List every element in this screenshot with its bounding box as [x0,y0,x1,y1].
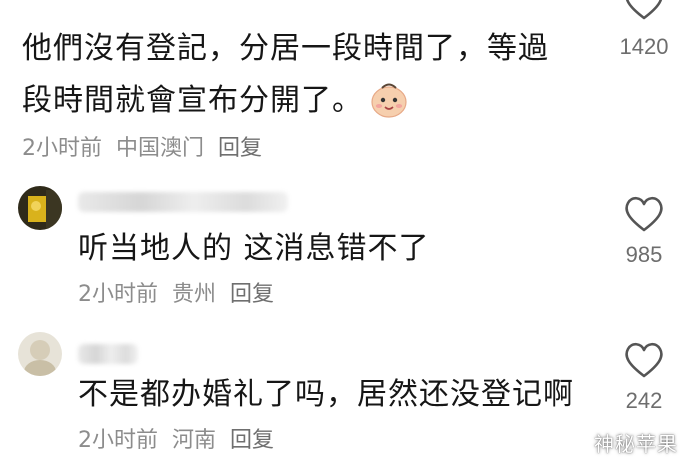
like-button[interactable]: 985 [614,194,674,268]
reply-button[interactable]: 回复 [230,422,274,454]
comment-item-3: 不是都办婚礼了吗，居然还没登记啊 2小时前 河南 回复 242 [0,324,690,464]
comment-time: 2小时前 [78,428,158,453]
username-blurred[interactable] [78,192,288,212]
comment-location: 中国澳门 [116,136,205,161]
heart-icon [625,342,663,378]
heart-icon [625,0,663,20]
reply-button[interactable]: 回复 [218,130,262,162]
like-count: 985 [625,242,663,267]
like-button[interactable]: 242 [614,340,674,414]
comment-text: 不是都办婚礼了吗，居然还没登记啊 [78,377,574,412]
comment-meta: 2小时前 贵州 回复 [78,276,274,308]
comment-text-line-2-content: 段時間就會宣布分開了。 [22,83,363,118]
comment-time: 2小时前 [22,136,102,161]
comment-location: 贵州 [172,282,217,307]
comment-location: 河南 [172,428,217,453]
comment-text-line-1: 他們沒有登記，分居一段時間了，等過 [22,31,549,66]
smiling-face-emoji-icon [369,80,409,120]
comment-text-line-2: 段時間就會宣布分開了。 [22,76,409,126]
comment-meta: 2小时前 河南 回复 [78,422,274,454]
avatar[interactable] [18,186,62,230]
like-button[interactable]: 1420 [614,0,674,60]
like-count: 1420 [619,34,669,59]
watermark: 神秘苹果 [594,432,678,456]
comment-item-1: 他們沒有登記，分居一段時間了，等過 段時間就會宣布分開了。 2小时前 中国澳门 … [0,0,690,162]
comment-time: 2小时前 [78,282,158,307]
comment-meta: 2小时前 中国澳门 回复 [22,130,262,162]
reply-button[interactable]: 回复 [230,276,274,308]
heart-icon [625,196,663,232]
like-count: 242 [625,388,663,413]
comment-item-2: 听当地人的 这消息错不了 2小时前 贵州 回复 985 [0,178,690,308]
username-blurred[interactable] [78,344,138,364]
avatar[interactable] [18,332,62,376]
comment-text: 听当地人的 这消息错不了 [78,231,430,266]
